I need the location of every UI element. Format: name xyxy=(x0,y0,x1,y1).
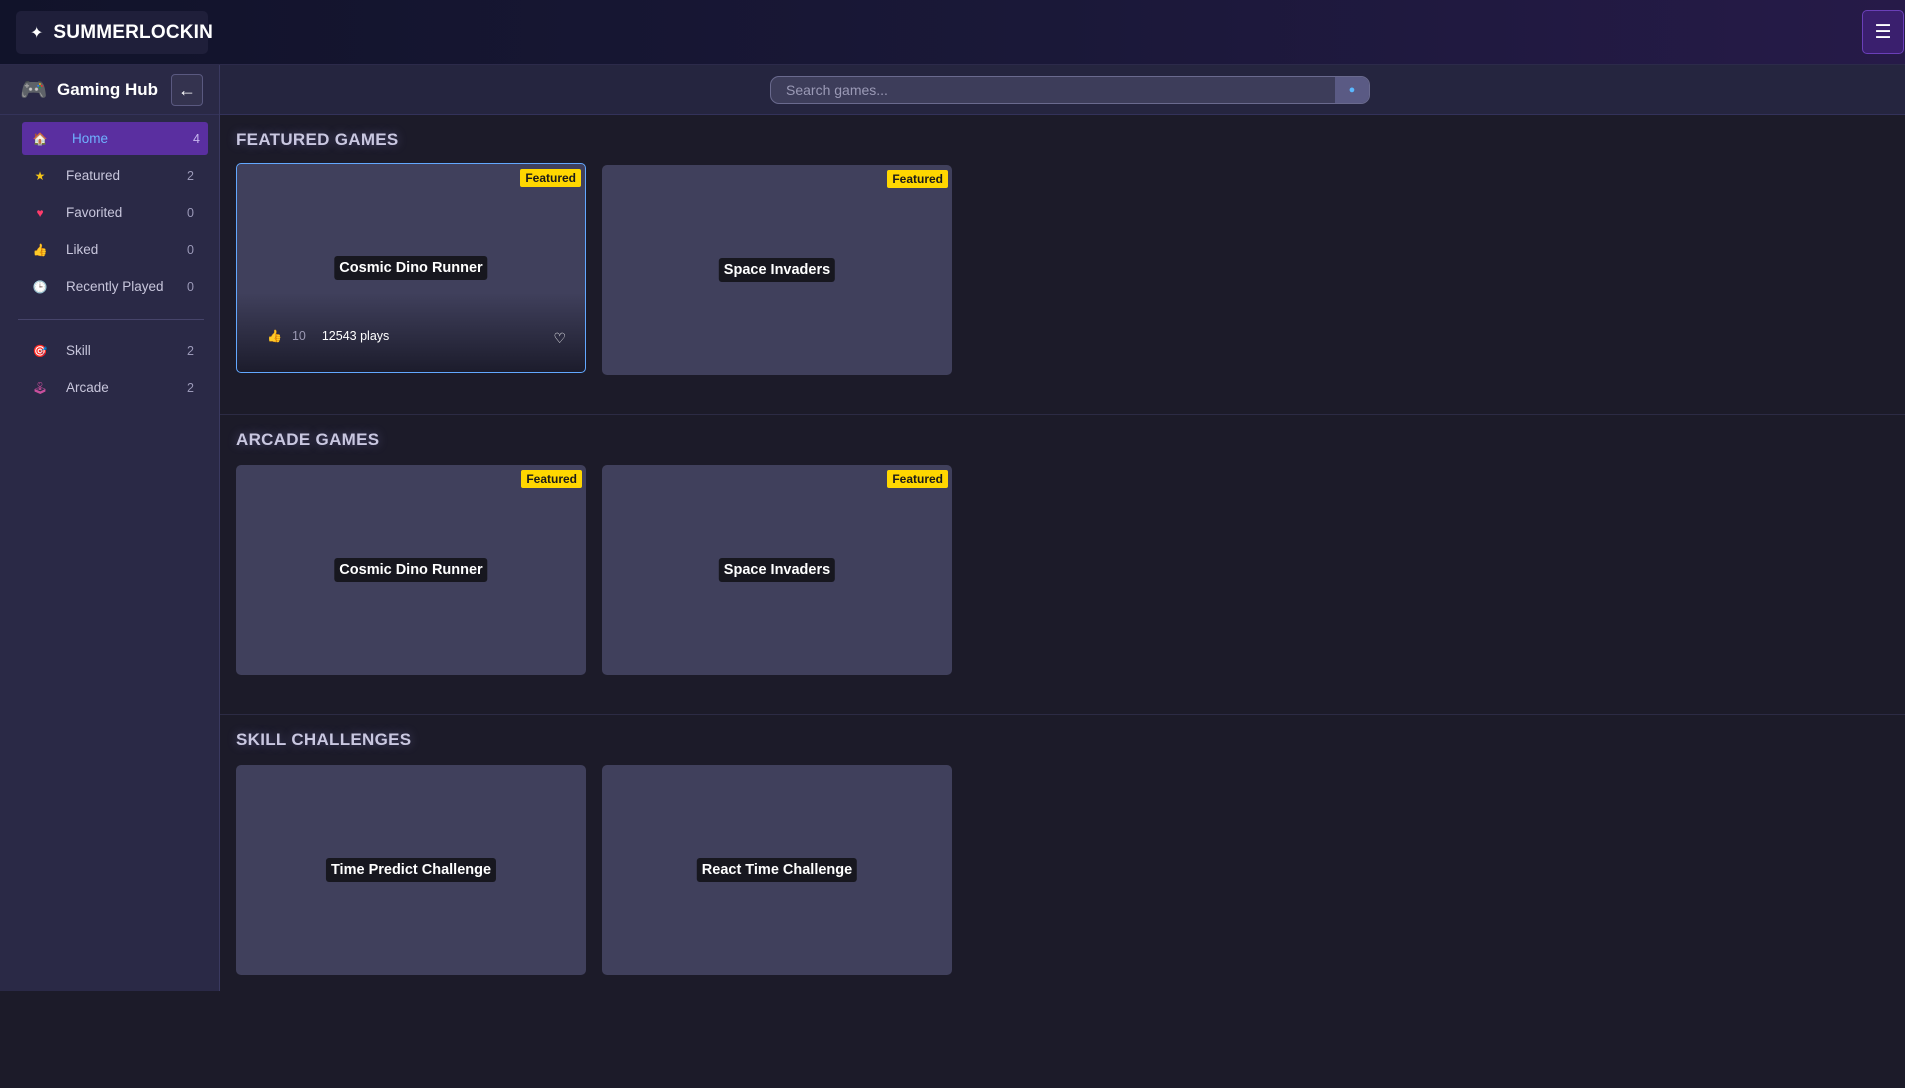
game-card-space-invaders[interactable]: Featured Space Invaders xyxy=(602,165,952,375)
game-title: Cosmic Dino Runner xyxy=(334,256,488,280)
sidebar-item-label: Home xyxy=(72,131,109,146)
sidebar: 🎮 Gaming Hub ← 🏠 Home 4 ★ Featured 2 ♥ F… xyxy=(0,65,220,991)
sidebar-item-liked[interactable]: 👍 Liked 0 xyxy=(22,233,208,266)
brand-name: SUMMERLOCKIN xyxy=(53,21,214,43)
sidebar-item-count: 2 xyxy=(187,380,194,395)
sparkle-icon: ✦ xyxy=(30,24,44,42)
sidebar-item-label: Liked xyxy=(66,242,99,257)
sidebar-item-label: Skill xyxy=(66,343,91,358)
featured-badge: Featured xyxy=(887,470,948,488)
game-card-react-time-challenge[interactable]: React Time Challenge xyxy=(602,765,952,975)
hamburger-icon: ☰ xyxy=(1874,21,1892,43)
sidebar-title: Gaming Hub xyxy=(57,79,159,99)
top-bar: ✦ SUMMERLOCKIN ☰ xyxy=(0,0,1905,65)
joystick-icon: 🕹 xyxy=(32,380,48,395)
home-icon: 🏠 xyxy=(32,131,48,146)
sidebar-item-count: 0 xyxy=(187,205,194,220)
game-card-cosmic-dino-runner[interactable]: Featured Cosmic Dino Runner 👍 10 12543 p… xyxy=(236,163,586,373)
section-title: SKILL CHALLENGES xyxy=(236,730,412,749)
sidebar-item-featured[interactable]: ★ Featured 2 xyxy=(22,159,208,192)
search-input[interactable] xyxy=(771,77,1335,103)
main-content: FEATURED GAMES Featured Cosmic Dino Runn… xyxy=(220,115,1905,1015)
sidebar-divider xyxy=(18,319,204,320)
star-icon: ★ xyxy=(34,168,46,183)
game-title: Space Invaders xyxy=(718,258,836,282)
game-card-cosmic-dino-runner[interactable]: Featured Cosmic Dino Runner xyxy=(236,465,586,675)
featured-badge: Featured xyxy=(520,169,581,187)
search-box: ● xyxy=(770,76,1370,104)
game-card-space-invaders[interactable]: Featured Space Invaders xyxy=(602,465,952,675)
sidebar-item-skill[interactable]: 🎯 Skill 2 xyxy=(22,334,208,367)
favorite-heart-icon[interactable]: ♡ xyxy=(553,330,566,347)
like-count: 10 xyxy=(291,329,306,343)
sidebar-item-label: Arcade xyxy=(66,380,109,395)
sidebar-nav: 🏠 Home 4 ★ Featured 2 ♥ Favorited 0 👍 Li… xyxy=(0,115,219,404)
search-button[interactable]: ● xyxy=(1335,77,1369,103)
sidebar-item-count: 4 xyxy=(193,131,200,146)
game-title: React Time Challenge xyxy=(696,858,858,882)
sidebar-item-arcade[interactable]: 🕹 Arcade 2 xyxy=(22,371,208,404)
play-count: 12543 plays xyxy=(321,329,390,343)
game-stats: 👍 10 12543 plays xyxy=(267,329,389,343)
sidebar-item-recently-played[interactable]: 🕒 Recently Played 0 xyxy=(22,270,208,303)
sidebar-item-count: 0 xyxy=(187,279,194,294)
sidebar-item-count: 2 xyxy=(187,343,194,358)
search-bar: ● xyxy=(220,65,1905,115)
sidebar-item-count: 0 xyxy=(187,242,194,257)
sidebar-item-label: Featured xyxy=(66,168,121,183)
featured-badge: Featured xyxy=(887,170,948,188)
section-featured-games: FEATURED GAMES Featured Cosmic Dino Runn… xyxy=(220,115,1905,415)
clock-icon: 🕒 xyxy=(32,279,48,294)
sidebar-item-home[interactable]: 🏠 Home 4 xyxy=(22,122,208,155)
sidebar-item-favorited[interactable]: ♥ Favorited 0 xyxy=(22,196,208,229)
thumbs-up-icon[interactable]: 👍 xyxy=(267,329,282,343)
sidebar-item-count: 2 xyxy=(187,168,194,183)
thumbs-up-icon: 👍 xyxy=(32,242,48,257)
game-title: Cosmic Dino Runner xyxy=(334,558,488,582)
search-icon: ● xyxy=(1348,84,1356,96)
sidebar-header: 🎮 Gaming Hub ← xyxy=(0,65,219,115)
menu-button[interactable]: ☰ xyxy=(1862,10,1904,54)
featured-badge: Featured xyxy=(521,470,582,488)
sidebar-item-label: Recently Played xyxy=(66,279,164,294)
collapse-sidebar-button[interactable]: ← xyxy=(171,74,203,106)
gamepad-icon: 🎮 xyxy=(20,76,48,102)
section-title: FEATURED GAMES xyxy=(236,130,399,149)
section-arcade-games: ARCADE GAMES Featured Cosmic Dino Runner… xyxy=(220,415,1905,715)
sidebar-item-label: Favorited xyxy=(66,205,123,220)
game-card-time-predict-challenge[interactable]: Time Predict Challenge xyxy=(236,765,586,975)
arrow-left-icon: ← xyxy=(178,79,196,100)
heart-icon: ♥ xyxy=(36,205,44,220)
game-title: Time Predict Challenge xyxy=(325,858,497,882)
game-title: Space Invaders xyxy=(718,558,836,582)
target-icon: 🎯 xyxy=(32,343,48,358)
brand-logo[interactable]: ✦ SUMMERLOCKIN xyxy=(16,11,213,54)
section-title: ARCADE GAMES xyxy=(236,430,380,449)
section-skill-challenges: SKILL CHALLENGES Time Predict Challenge … xyxy=(220,715,1905,1015)
